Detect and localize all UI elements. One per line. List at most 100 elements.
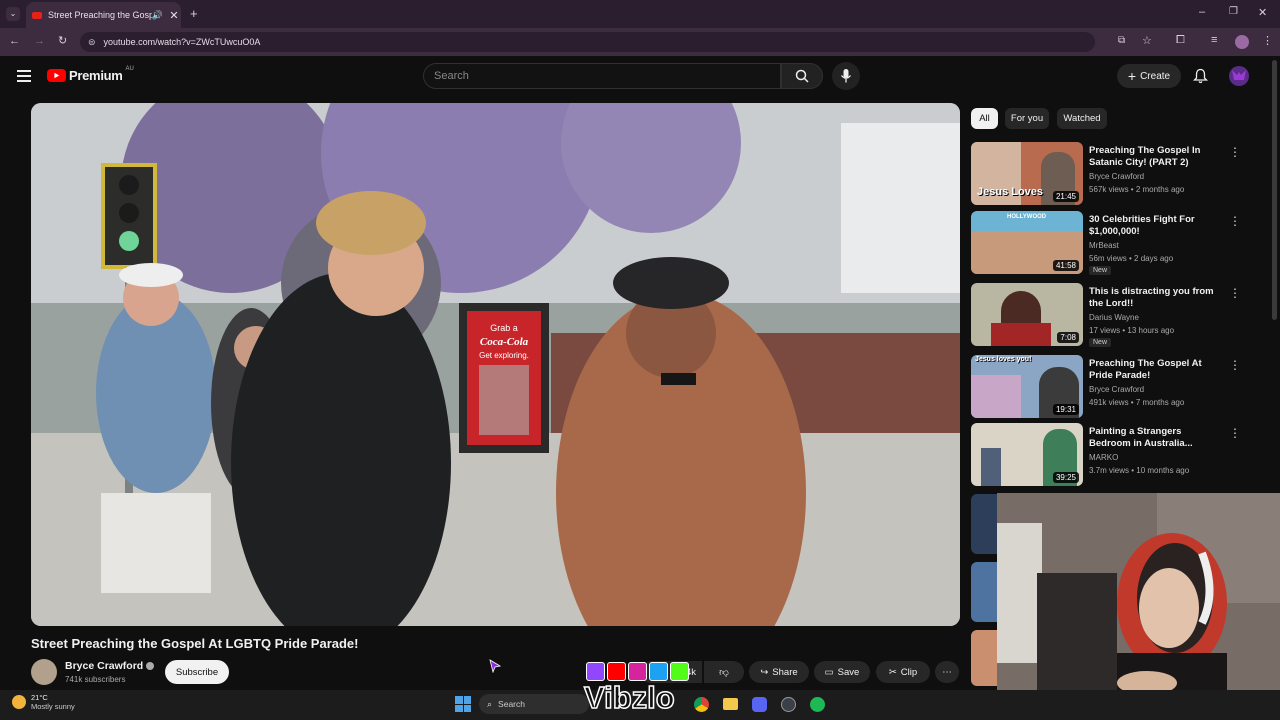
file-explorer-icon[interactable]: [723, 698, 738, 710]
more-actions-button[interactable]: ⋯: [935, 661, 959, 683]
notifications-bell-icon[interactable]: [1192, 68, 1209, 89]
webcam-overlay: [997, 493, 1280, 720]
minimize-window-icon[interactable]: –: [1199, 6, 1205, 18]
share-button[interactable]: ↪ Share: [749, 661, 809, 683]
recommendation-item[interactable]: 7:08 This is distracting you from the Lo…: [971, 283, 1241, 347]
more-vertical-icon[interactable]: ⋮: [1229, 214, 1241, 228]
discord-icon[interactable]: [752, 697, 767, 712]
site-settings-icon[interactable]: ⧉: [1118, 35, 1125, 46]
taskbar-search[interactable]: ⌕ Search: [479, 694, 589, 714]
create-label: Create: [1140, 70, 1171, 82]
steam-icon[interactable]: [781, 697, 796, 712]
video-title: Street Preaching the Gospel At LGBTQ Pri…: [31, 636, 359, 651]
youtube-logo[interactable]: Premium AU: [47, 65, 134, 83]
more-vertical-icon[interactable]: ⋮: [1229, 358, 1241, 372]
video-thumbnail[interactable]: HOLLYWOOD 41:58: [971, 211, 1083, 274]
more-vertical-icon[interactable]: ⋮: [1229, 286, 1241, 300]
chip-for-you[interactable]: For you: [1005, 108, 1049, 129]
chip-label: Watched: [1063, 113, 1101, 124]
video-thumbnail[interactable]: Jesus Loves 21:45: [971, 142, 1083, 205]
browser-tab-active[interactable]: Street Preaching the Gospel At LGBTQ Pri…: [26, 2, 181, 28]
share-icon: ↪: [760, 666, 769, 678]
channel-name[interactable]: Bryce Crawford: [65, 660, 155, 672]
microphone-icon: [840, 69, 852, 83]
recommendation-views: 17 views • 13 hours ago: [1089, 326, 1175, 335]
close-tab-icon[interactable]: ✕: [167, 9, 181, 22]
chip-label: All: [979, 113, 990, 124]
recommendation-title: Preaching The Gospel At Pride Parade!: [1089, 358, 1202, 381]
save-playlist-icon: ▭: [824, 666, 834, 678]
video-thumbnail[interactable]: [971, 630, 997, 686]
maximize-window-icon[interactable]: ❐: [1229, 6, 1238, 17]
temperature: 21°C: [31, 693, 48, 702]
guide-menu-icon[interactable]: [17, 70, 31, 82]
page-scrollbar[interactable]: [1272, 60, 1277, 320]
video-thumbnail[interactable]: 7:08: [971, 283, 1083, 346]
account-avatar[interactable]: [1229, 66, 1249, 86]
dislike-button[interactable]: 👎︎: [704, 661, 744, 683]
forward-icon[interactable]: →: [34, 35, 45, 47]
reload-icon[interactable]: ↻: [58, 34, 67, 47]
video-thumbnail[interactable]: [971, 562, 997, 622]
new-tab-icon[interactable]: +: [190, 6, 198, 21]
youtube-play-logo-icon: [47, 69, 66, 82]
recommendation-item[interactable]: Jesus loves you! 19:31 Preaching The Gos…: [971, 355, 1241, 418]
chip-label: For you: [1010, 113, 1044, 124]
billboard-brand: Coca-Cola: [480, 336, 529, 348]
more-vertical-icon[interactable]: ⋮: [1229, 426, 1241, 440]
region-code: AU: [125, 65, 134, 72]
clip-button[interactable]: ✂ Clip: [876, 661, 930, 683]
save-button[interactable]: ▭ Save: [814, 661, 870, 683]
browser-menu-icon[interactable]: ⋮: [1262, 34, 1273, 47]
channel-name-text: Bryce Crawford: [65, 660, 144, 672]
video-duration: 39:25: [1052, 472, 1079, 483]
back-icon[interactable]: ←: [9, 35, 20, 47]
sun-icon: [12, 695, 26, 709]
kick-icon: [670, 662, 689, 681]
twitch-icon: [586, 662, 605, 681]
recommendation-item[interactable]: HOLLYWOOD 41:58 30 Celebrities Fight For…: [971, 211, 1241, 275]
recommendation-item[interactable]: Jesus Loves 21:45 Preaching The Gospel I…: [971, 142, 1241, 205]
webcam-feed: [997, 493, 1280, 720]
extensions-icon[interactable]: ⧠: [1176, 34, 1185, 47]
tab-list-dropdown-icon[interactable]: ⌄: [6, 7, 20, 21]
search-input[interactable]: Search: [423, 63, 781, 89]
voice-search-button[interactable]: [832, 62, 860, 90]
video-player[interactable]: Grab a Coca-Cola Get exploring.: [31, 103, 960, 626]
search-placeholder: Search: [434, 70, 469, 82]
instagram-icon: [628, 662, 647, 681]
recommendation-channel: Bryce Crawford: [1089, 385, 1145, 394]
chip-watched[interactable]: Watched: [1057, 108, 1107, 129]
more-horizontal-icon: ⋯: [942, 666, 952, 678]
recommendation-views: 56m views • 2 days ago: [1089, 254, 1174, 263]
subscribe-button[interactable]: Subscribe: [165, 660, 229, 684]
profile-avatar[interactable]: [1235, 35, 1249, 49]
address-bar[interactable]: ⊜ youtube.com/watch?v=ZWcTUwcuO0A: [80, 32, 1095, 52]
chrome-taskbar-icon[interactable]: [694, 697, 709, 712]
thumbnail-text: Jesus loves you!: [975, 356, 1032, 363]
video-thumbnail[interactable]: 39:25: [971, 423, 1083, 486]
bookmark-star-icon[interactable]: ☆: [1142, 34, 1152, 47]
clip-label: Clip: [900, 666, 918, 678]
recommendation-views: 3.7m views • 10 months ago: [1089, 466, 1190, 475]
audio-playing-icon[interactable]: 🔊: [152, 10, 163, 21]
search-button[interactable]: [781, 63, 823, 89]
video-thumbnail[interactable]: [971, 494, 997, 554]
search-icon: ⌕: [487, 698, 493, 709]
recommendation-title: Painting a Strangers Bedroom in Australi…: [1089, 426, 1193, 449]
more-vertical-icon[interactable]: ⋮: [1229, 145, 1241, 159]
create-button[interactable]: + Create: [1117, 64, 1181, 88]
channel-avatar[interactable]: [31, 659, 57, 685]
recommendation-item[interactable]: 39:25 Painting a Strangers Bedroom in Au…: [971, 423, 1241, 486]
weather-widget[interactable]: 21°C Mostly sunny: [12, 693, 75, 711]
spotify-icon[interactable]: [810, 697, 825, 712]
close-window-icon[interactable]: ✕: [1258, 6, 1267, 19]
youtube-favicon-icon: [32, 11, 42, 19]
chip-all[interactable]: All: [971, 108, 998, 129]
windows-start-icon[interactable]: [455, 696, 471, 712]
media-control-icon[interactable]: ≡: [1211, 34, 1217, 46]
site-info-icon[interactable]: ⊜: [88, 37, 96, 48]
video-thumbnail[interactable]: Jesus loves you! 19:31: [971, 355, 1083, 418]
weather-condition: Mostly sunny: [31, 702, 75, 711]
video-duration: 7:08: [1057, 332, 1079, 343]
